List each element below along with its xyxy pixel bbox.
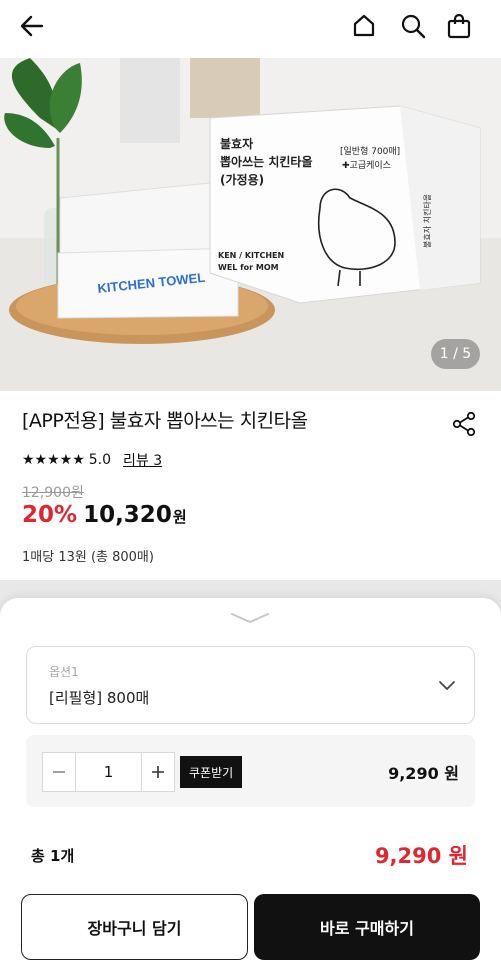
coupon-button[interactable]: 쿠폰받기 xyxy=(180,756,243,788)
option-select[interactable]: 옵션1 [리필형] 800매 xyxy=(26,646,475,724)
purchase-bottom-sheet: 옵션1 [리필형] 800매 1 쿠폰받기 9,290 원 총 1개 9,290… xyxy=(0,598,501,960)
total-count: 총 1개 xyxy=(31,847,75,865)
svg-text:KEN / KITCHEN: KEN / KITCHEN xyxy=(218,251,284,260)
share-icon[interactable] xyxy=(450,410,478,438)
option-value: [리필형] 800매 xyxy=(49,689,150,707)
sale-price: 10,320 xyxy=(83,502,172,528)
total-price: 9,290 원 xyxy=(374,844,468,868)
product-image[interactable]: KITCHEN TOWEL 불효자 뽑아쓰는 치킨타올 (가정용) [일반형 7… xyxy=(0,58,501,391)
product-title: [APP전용] 불효자 뽑아쓰는 치킨타올 xyxy=(22,410,308,432)
price-row: 20% 10,320 원 xyxy=(22,502,187,528)
svg-text:불효자 치킨타올: 불효자 치킨타올 xyxy=(422,194,432,248)
minus-icon[interactable] xyxy=(43,753,75,791)
svg-text:뽑아쓰는 치킨타올: 뽑아쓰는 치킨타올 xyxy=(220,154,313,169)
add-to-cart-button[interactable]: 장바구니 담기 xyxy=(21,894,248,960)
svg-text:불효자: 불효자 xyxy=(220,136,253,151)
plus-icon[interactable] xyxy=(142,753,174,791)
sheet-collapse-chevron-icon[interactable] xyxy=(230,610,270,624)
line-item-price: 9,290 원 xyxy=(388,764,459,783)
rating-row: ★★★★★ 5.0 리뷰 3 xyxy=(22,450,162,470)
unit-price: 1매당 13원 (총 800매) xyxy=(22,550,154,565)
chevron-down-icon xyxy=(438,677,456,691)
image-pager: 1 / 5 xyxy=(431,339,480,369)
top-navigation-bar xyxy=(0,0,501,56)
star-rating-icon: ★★★★★ xyxy=(22,452,85,468)
home-icon[interactable] xyxy=(348,10,380,42)
svg-text:(가정용): (가정용) xyxy=(220,172,264,187)
search-icon[interactable] xyxy=(397,10,429,42)
review-link[interactable]: 리뷰 3 xyxy=(123,450,162,470)
buy-now-button[interactable]: 바로 구매하기 xyxy=(254,894,480,960)
option-label: 옵션1 xyxy=(49,665,79,679)
rating-score: 5.0 xyxy=(88,452,112,468)
svg-text:✚고급케이스: ✚고급케이스 xyxy=(342,160,391,171)
shopping-bag-icon[interactable] xyxy=(443,10,475,42)
discount-rate: 20% xyxy=(22,502,78,528)
svg-text:WEL for MOM: WEL for MOM xyxy=(218,263,279,272)
back-arrow-icon[interactable] xyxy=(16,10,48,42)
quantity-value[interactable]: 1 xyxy=(75,753,142,791)
quantity-stepper: 1 xyxy=(42,752,175,792)
svg-text:[일반형 700매]: [일반형 700매] xyxy=(340,146,400,157)
quantity-panel: 1 쿠폰받기 9,290 원 xyxy=(26,735,475,807)
currency-unit: 원 xyxy=(172,508,187,526)
product-photo-illustration: KITCHEN TOWEL 불효자 뽑아쓰는 치킨타올 (가정용) [일반형 7… xyxy=(0,58,501,391)
original-price: 12,900원 xyxy=(22,485,84,501)
